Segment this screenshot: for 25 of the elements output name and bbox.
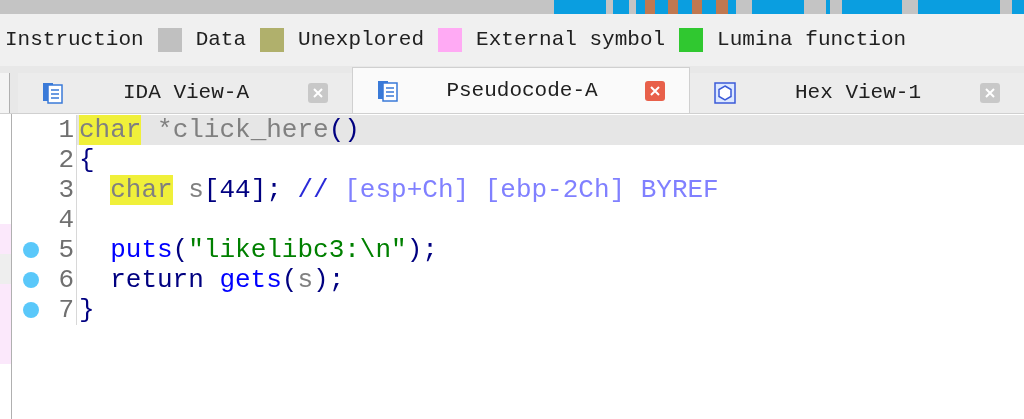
close-icon[interactable] — [308, 83, 328, 103]
legend-label: Instruction — [5, 27, 144, 54]
line-number: 7 — [57, 295, 74, 325]
document-icon — [42, 82, 64, 104]
line-number: 4 — [57, 205, 74, 235]
document-icon — [377, 79, 399, 102]
code-line: } — [76, 295, 1024, 325]
legend-label: Data — [195, 27, 247, 54]
close-icon[interactable] — [980, 83, 1000, 103]
code-line: char s[44]; // [esp+Ch] [ebp-2Ch] BYREF — [76, 175, 1024, 205]
legend-label: Unexplored — [298, 27, 425, 54]
tab[interactable]: IDA View-A — [18, 73, 352, 113]
close-icon[interactable] — [645, 80, 665, 101]
tab[interactable]: Hex View-1 — [690, 73, 1024, 113]
legend-label: External symbol — [476, 27, 666, 54]
line-number: 1 — [57, 115, 74, 145]
line-number: 3 — [57, 175, 74, 205]
code-line: return gets(s); — [76, 265, 1024, 295]
legend-label: Lumina function — [717, 27, 907, 54]
code-line: puts("likelibc3:\n"); — [76, 235, 1024, 265]
line-number: 6 — [57, 265, 74, 295]
tab[interactable]: Pseudocode-A — [352, 67, 690, 113]
line-number: 5 — [57, 235, 74, 265]
line-number: 2 — [57, 145, 74, 175]
hex-view-icon — [714, 82, 736, 104]
